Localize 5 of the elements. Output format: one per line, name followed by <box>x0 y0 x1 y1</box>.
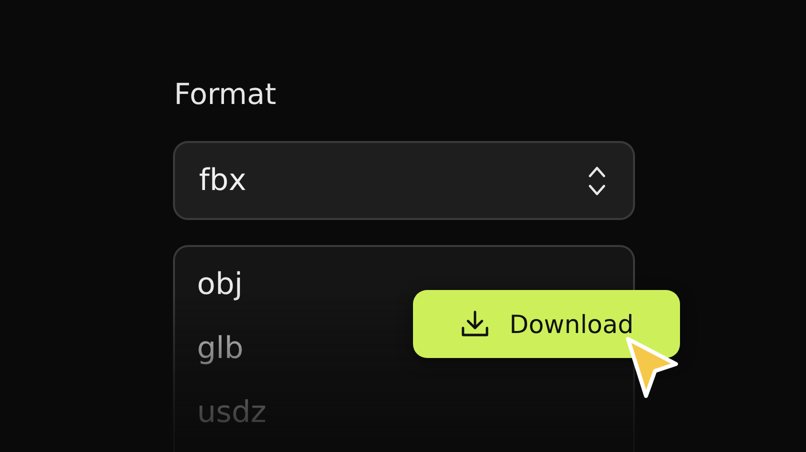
download-button[interactable]: Download <box>413 290 680 358</box>
format-label: Format <box>174 76 278 113</box>
format-option[interactable]: glb <box>197 327 244 371</box>
format-option[interactable]: obj <box>197 263 243 307</box>
format-select[interactable]: fbx <box>173 141 635 220</box>
